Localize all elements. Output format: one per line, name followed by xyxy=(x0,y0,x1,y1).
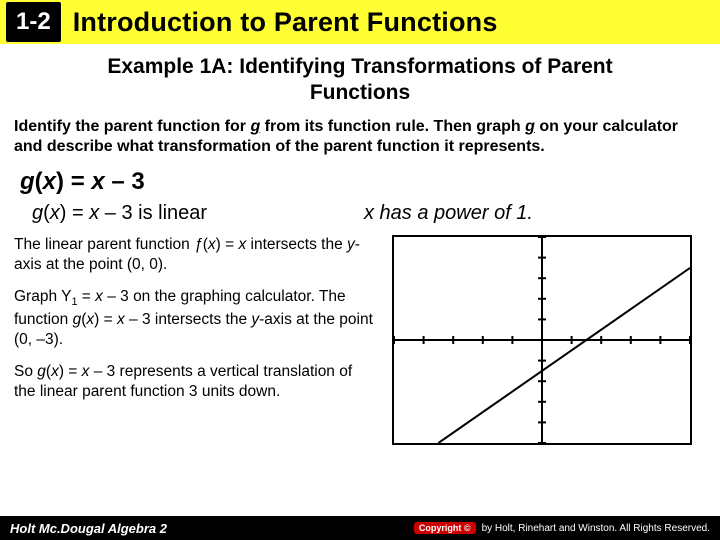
footer-brand: Holt Mc.Dougal Algebra 2 xyxy=(10,521,167,536)
power-note: x has a power of 1. xyxy=(324,202,706,225)
footer-bar: Holt Mc.Dougal Algebra 2 Copyright © by … xyxy=(0,516,720,540)
header-title: Introduction to Parent Functions xyxy=(73,7,498,38)
para-1: The linear parent function ƒ(x) = x inte… xyxy=(14,235,374,275)
graph-svg xyxy=(394,237,690,443)
graph-col xyxy=(392,235,692,445)
linear-note: g(x) = x – 3 is linear xyxy=(14,202,294,225)
copyright-badge: Copyright © xyxy=(414,522,476,534)
para-2: Graph Y1 = x – 3 on the graphing calcula… xyxy=(14,287,374,349)
example-title-line1: Example 1A: Identifying Transformations … xyxy=(107,55,612,78)
instructions: Identify the parent function for g from … xyxy=(14,117,706,159)
footer-copyright: Copyright © by Holt, Rinehart and Winsto… xyxy=(414,522,710,534)
notes-row: g(x) = x – 3 is linear x has a power of … xyxy=(14,202,706,225)
header-bar: 1-2 Introduction to Parent Functions xyxy=(0,0,720,44)
text-col: The linear parent function ƒ(x) = x inte… xyxy=(14,235,374,445)
copyright-text: by Holt, Rinehart and Winston. All Right… xyxy=(482,523,710,534)
lesson-badge: 1-2 xyxy=(6,2,61,42)
example-title-line2: Functions xyxy=(310,81,410,104)
para-3: So g(x) = x – 3 represents a vertical tr… xyxy=(14,362,374,402)
equation-main: g(x) = x – 3 xyxy=(20,168,720,196)
body-area: The linear parent function ƒ(x) = x inte… xyxy=(14,235,706,445)
example-title: Example 1A: Identifying Transformations … xyxy=(0,54,720,107)
graph-box xyxy=(392,235,692,445)
